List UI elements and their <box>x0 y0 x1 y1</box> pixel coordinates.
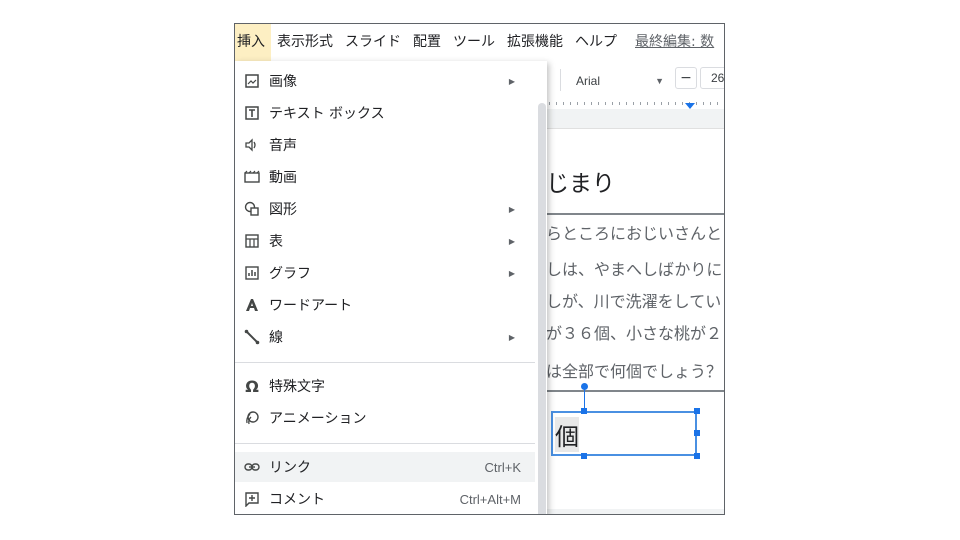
decrease-font-size-button[interactable]: − <box>675 67 697 89</box>
link-icon <box>243 458 261 476</box>
slide-title[interactable]: じまり <box>546 164 615 198</box>
menu-help[interactable]: ヘルプ <box>569 24 623 61</box>
font-name: Arial <box>576 74 601 88</box>
keyboard-shortcut: Ctrl+Alt+M <box>459 491 521 507</box>
menu-item-label: 動画 <box>269 170 297 186</box>
last-edit-link[interactable]: 最終編集: 数 <box>623 24 720 61</box>
submenu-arrow-icon: ▶ <box>508 268 516 278</box>
text-box-border <box>535 213 724 215</box>
resize-handle[interactable] <box>694 430 700 436</box>
menu-item-label: 線 <box>269 330 283 346</box>
submenu-arrow-icon: ▶ <box>508 332 516 342</box>
menu-tools[interactable]: ツール <box>447 24 501 61</box>
comment-icon <box>243 490 261 508</box>
font-size-input[interactable]: 26 <box>700 67 724 89</box>
menu-item-comment[interactable]: コメント Ctrl+Alt+M <box>235 484 535 514</box>
menu-item-label: 音声 <box>269 138 297 154</box>
font-selector[interactable]: Arial ▼ <box>576 70 664 92</box>
video-icon <box>243 168 261 186</box>
menu-arrange[interactable]: 配置 <box>407 24 447 61</box>
menu-bar: 挿入 表示形式 スライド 配置 ツール 拡張機能 ヘルプ 最終編集: 数 <box>235 24 724 61</box>
menu-item-audio[interactable]: 音声 <box>235 130 535 160</box>
menu-scrollbar[interactable] <box>538 103 546 514</box>
omega-icon: Ω <box>245 376 259 396</box>
submenu-arrow-icon: ▶ <box>508 76 516 86</box>
slide-text-line[interactable]: が３６個、小さな桃が２ <box>546 320 722 344</box>
submenu-arrow-icon: ▶ <box>508 204 516 214</box>
caret-down-icon: ▼ <box>655 76 664 86</box>
slide-text-line[interactable]: しが、川で洗濯をしてい <box>546 288 721 312</box>
menu-item-chart[interactable]: グラフ ▶ <box>235 258 535 288</box>
menu-insert[interactable]: 挿入 <box>235 24 271 61</box>
slide-text-line[interactable]: らところにおじいさんと <box>546 220 722 244</box>
menu-item-label: 表 <box>269 234 283 250</box>
resize-handle[interactable] <box>581 408 587 414</box>
ruler[interactable] <box>535 98 724 108</box>
menu-item-word-art[interactable]: ワードアート <box>235 290 535 320</box>
keyboard-shortcut: Ctrl+K <box>484 459 521 475</box>
menu-item-shape[interactable]: 図形 ▶ <box>235 194 535 224</box>
image-icon <box>243 72 261 90</box>
menu-item-video[interactable]: 動画 <box>235 162 535 192</box>
resize-handle[interactable] <box>694 453 700 459</box>
animation-icon <box>243 409 261 427</box>
chart-icon <box>243 264 261 282</box>
menu-item-label: アニメーション <box>269 411 367 427</box>
menu-item-text-box[interactable]: テキスト ボックス <box>235 98 535 128</box>
resize-handle[interactable] <box>694 408 700 414</box>
menu-divider <box>235 443 535 444</box>
menu-item-label: 図形 <box>269 202 297 218</box>
answer-text[interactable]: 個 <box>555 417 579 452</box>
rotation-handle[interactable] <box>581 383 588 390</box>
menu-item-animation[interactable]: アニメーション <box>235 403 535 433</box>
menu-item-table[interactable]: 表 ▶ <box>235 226 535 256</box>
text-box-icon <box>243 104 261 122</box>
menu-item-label: テキスト ボックス <box>269 106 385 122</box>
resize-handle[interactable] <box>581 453 587 459</box>
word-art-icon <box>243 296 261 314</box>
submenu-arrow-icon: ▶ <box>508 236 516 246</box>
menu-item-label: 画像 <box>269 74 297 90</box>
audio-icon <box>243 136 261 154</box>
menu-extensions[interactable]: 拡張機能 <box>501 24 569 61</box>
slide-text-line[interactable]: しは、やまへしばかりに <box>546 256 722 280</box>
menu-item-image[interactable]: 画像 ▶ <box>235 66 535 96</box>
slide-text-line[interactable]: は全部で何個でしょう？ <box>546 358 722 382</box>
menu-item-label: 特殊文字 <box>269 379 325 395</box>
menu-item-line[interactable]: 線 ▶ <box>235 322 535 352</box>
toolbar-divider <box>560 69 561 91</box>
menu-slide[interactable]: スライド <box>339 24 407 61</box>
insert-menu: 画像 ▶ テキスト ボックス 音声 動画 図形 ▶ 表 ▶ グラフ ▶ ワードア… <box>235 61 547 514</box>
table-icon <box>243 232 261 250</box>
app-window: 挿入 表示形式 スライド 配置 ツール 拡張機能 ヘルプ 最終編集: 数 Ari… <box>234 23 725 515</box>
menu-item-special-characters[interactable]: Ω 特殊文字 <box>235 371 535 401</box>
menu-item-label: グラフ <box>269 266 311 282</box>
shape-icon <box>243 200 261 218</box>
menu-item-label: ワードアート <box>269 298 353 314</box>
menu-format[interactable]: 表示形式 <box>271 24 339 61</box>
menu-divider <box>235 362 535 363</box>
menu-item-label: リンク <box>269 460 311 476</box>
menu-item-label: コメント <box>269 492 325 508</box>
line-icon <box>243 328 261 346</box>
menu-item-link[interactable]: リンク Ctrl+K <box>235 452 535 482</box>
text-box-border <box>535 390 724 392</box>
